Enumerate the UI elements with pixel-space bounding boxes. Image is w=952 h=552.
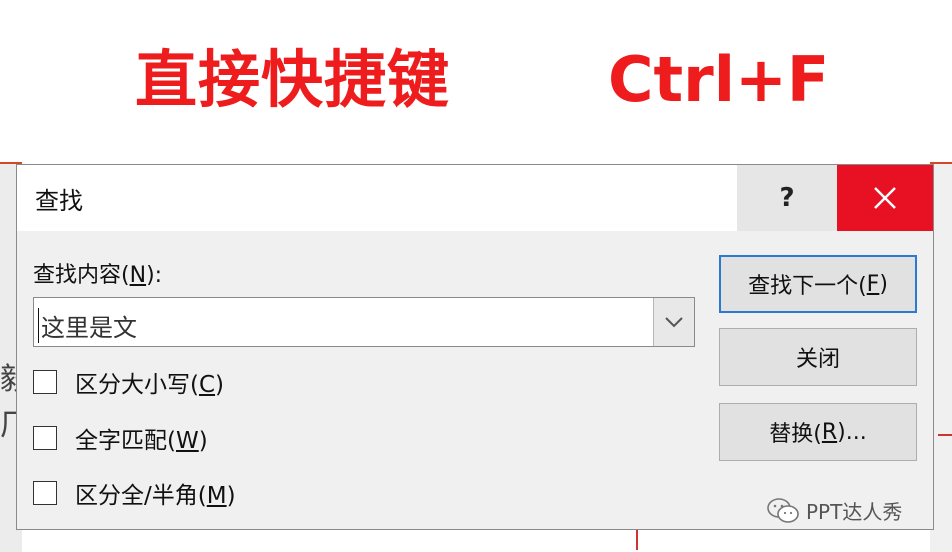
option-accesskey: C bbox=[198, 372, 216, 398]
option-label-text: 区分大小写( bbox=[75, 372, 199, 398]
button-label-suffix: )... bbox=[837, 419, 867, 445]
watermark: PPT达人秀 bbox=[766, 496, 902, 525]
find-label-accesskey: N bbox=[129, 263, 147, 288]
match-case-checkbox[interactable] bbox=[33, 370, 57, 394]
match-width-checkbox[interactable] bbox=[33, 481, 57, 505]
headline-shortcut: Ctrl+F bbox=[608, 43, 830, 116]
button-accesskey: F bbox=[866, 271, 880, 297]
find-what-input[interactable]: 这里是文 bbox=[38, 308, 137, 343]
option-label-suffix: ) bbox=[198, 428, 208, 454]
watermark-text: PPT达人秀 bbox=[806, 500, 903, 524]
find-next-button[interactable]: 查找下一个(F) bbox=[719, 255, 917, 313]
dropdown-button[interactable] bbox=[653, 298, 694, 346]
option-accesskey: M bbox=[206, 483, 227, 509]
help-button[interactable]: ? bbox=[737, 165, 837, 231]
headline-title: 直接快捷键 bbox=[135, 43, 451, 116]
option-whole-word[interactable]: 全字匹配(W) bbox=[33, 421, 208, 455]
option-accesskey: W bbox=[175, 428, 199, 454]
dialog-title: 查找 bbox=[35, 187, 83, 215]
find-dialog: 查找 ? 查找内容(N): 这里是文 区分大小写(C) 全字匹配(W) 区分全/… bbox=[16, 164, 934, 530]
close-icon bbox=[874, 187, 896, 209]
dialog-titlebar[interactable]: 查找 ? bbox=[17, 165, 933, 231]
close-button[interactable] bbox=[837, 165, 933, 231]
wechat-icon bbox=[767, 497, 799, 523]
button-label: 查找下一个( bbox=[748, 274, 867, 299]
option-label-suffix: ) bbox=[226, 483, 236, 509]
match-width-label[interactable]: 区分全/半角(M) bbox=[75, 476, 236, 510]
whole-word-label[interactable]: 全字匹配(W) bbox=[75, 421, 208, 455]
replace-button[interactable]: 替换(R)... bbox=[719, 403, 917, 461]
chevron-down-icon bbox=[665, 317, 683, 328]
button-label-suffix: ) bbox=[879, 271, 888, 297]
option-label-text: 全字匹配( bbox=[75, 428, 176, 454]
button-label: 替换( bbox=[769, 422, 822, 447]
find-label-prefix: 查找内容( bbox=[33, 263, 130, 288]
option-match-width[interactable]: 区分全/半角(M) bbox=[33, 476, 236, 510]
find-what-label: 查找内容(N): bbox=[33, 257, 162, 289]
option-label-text: 区分全/半角( bbox=[75, 483, 207, 509]
find-what-combobox[interactable]: 这里是文 bbox=[33, 297, 695, 347]
option-match-case[interactable]: 区分大小写(C) bbox=[33, 365, 224, 399]
match-case-label[interactable]: 区分大小写(C) bbox=[75, 365, 224, 399]
whole-word-checkbox[interactable] bbox=[33, 426, 57, 450]
background-line bbox=[938, 434, 952, 436]
button-accesskey: R bbox=[821, 419, 838, 445]
option-label-suffix: ) bbox=[215, 372, 225, 398]
background-line bbox=[636, 528, 638, 550]
find-label-suffix: ): bbox=[146, 263, 163, 288]
close-dialog-button[interactable]: 关闭 bbox=[719, 328, 917, 386]
